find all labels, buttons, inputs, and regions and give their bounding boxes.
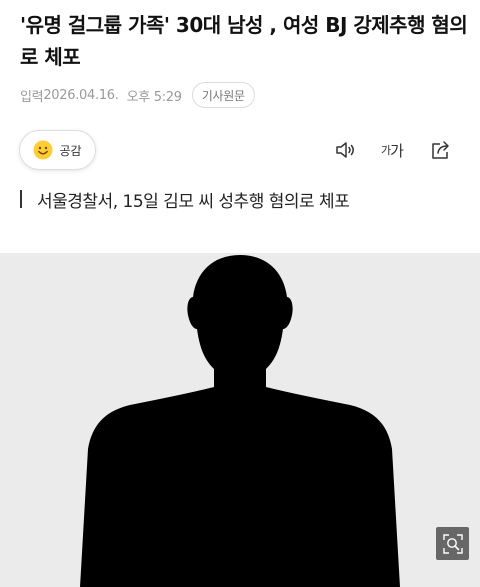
- article-subheading: 서울경찰서, 15일 김모 씨 성추행 혐의로 체포: [20, 184, 350, 214]
- font-size-button[interactable]: 가가: [381, 138, 404, 162]
- font-size-small-glyph: 가: [381, 144, 391, 157]
- published-date: 2026.04.16.: [43, 87, 119, 103]
- published-label: 입력: [20, 89, 44, 105]
- like-button[interactable]: 공감: [19, 130, 96, 170]
- subheading-text: 서울경찰서, 15일 김모 씨 성추행 혐의로 체포: [37, 191, 350, 212]
- article-toolbar: 공감 가가: [0, 128, 480, 172]
- person-silhouette-image: [80, 255, 400, 587]
- published-time: 오후 5:29: [126, 89, 182, 105]
- text-to-speech-button[interactable]: [334, 138, 358, 162]
- share-icon: [432, 141, 449, 159]
- zoom-image-button[interactable]: [436, 527, 469, 560]
- smile-emoji-icon: [33, 140, 53, 160]
- article-photo[interactable]: [0, 253, 480, 587]
- article-meta: 입력 2026.04.16. 오후 5:29 기사원문: [20, 82, 255, 108]
- font-size-large-glyph: 가: [390, 141, 404, 160]
- subheading-bar: [20, 190, 22, 208]
- zoom-image-icon: [442, 533, 463, 554]
- article-page: '유명 걸그룹 가족' 30대 남성 , 여성 BJ 강제추행 혐의로 체포 입…: [0, 0, 480, 587]
- speaker-icon: [336, 142, 354, 158]
- share-button[interactable]: [429, 138, 453, 162]
- article-headline: '유명 걸그룹 가족' 30대 남성 , 여성 BJ 강제추행 혐의로 체포: [20, 13, 468, 69]
- original-article-button[interactable]: 기사원문: [191, 82, 255, 108]
- like-label: 공감: [59, 143, 82, 158]
